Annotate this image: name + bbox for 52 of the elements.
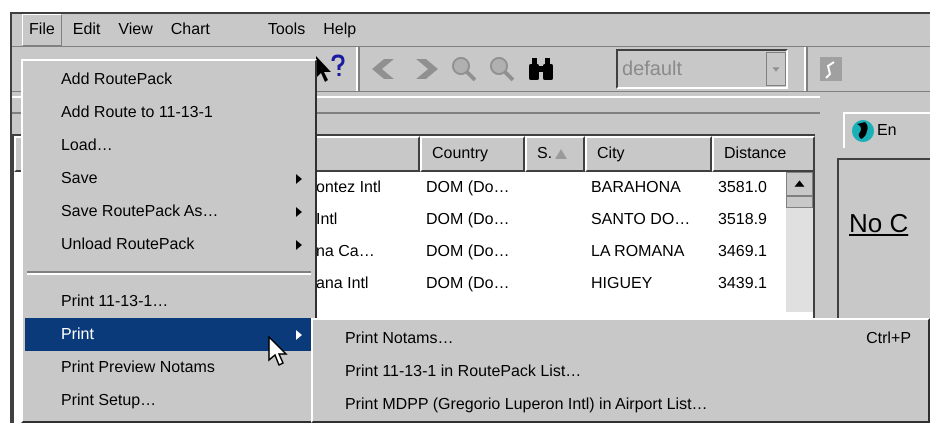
panel-tab[interactable]: En xyxy=(843,112,930,148)
menu-item[interactable]: Print Notams… Ctrl+P xyxy=(313,322,911,355)
menu-item[interactable]: Load… xyxy=(25,129,313,162)
table-cell: ana Intl xyxy=(316,275,368,292)
zoom-out-icon[interactable] xyxy=(488,55,516,83)
table-cell: DOM (Do… xyxy=(426,211,510,228)
sort-ascending-icon xyxy=(554,148,568,160)
zoom-in-icon[interactable] xyxy=(450,55,478,83)
table-cell: SANTO DO… xyxy=(591,211,690,228)
menu-item[interactable]: Add Route to 11-13-1 xyxy=(25,96,313,129)
globe-icon xyxy=(851,119,875,143)
table-cell: HIGUEY xyxy=(591,275,652,292)
menu-bar-item[interactable]: Tools xyxy=(260,14,312,46)
scroll-up-icon[interactable] xyxy=(786,172,813,196)
menu-item[interactable]: Save xyxy=(25,162,313,195)
menu-item[interactable]: Print Setup… xyxy=(25,384,313,417)
menu-item[interactable]: Unload RoutePack xyxy=(25,228,313,261)
menu-bar-item[interactable]: Chart xyxy=(164,14,217,46)
menu-bar-item[interactable]: View xyxy=(111,14,160,46)
column-header[interactable]: Country xyxy=(420,136,525,172)
table-cell: na Ca… xyxy=(316,243,375,260)
menu-item[interactable]: Print Preview Notams xyxy=(25,351,313,384)
column-header[interactable]: Distance xyxy=(712,136,815,172)
menu-item[interactable]: Add RoutePack xyxy=(25,63,313,96)
table-cell: LA ROMANA xyxy=(591,243,684,260)
scrollbar[interactable] xyxy=(786,172,813,312)
route-icon[interactable] xyxy=(818,54,844,84)
table-cell: Intl xyxy=(316,211,338,228)
menu-bar-item[interactable]: File xyxy=(22,14,62,46)
menu-item[interactable]: Print 11-13-1 in RoutePack List… xyxy=(313,355,911,388)
menu-item[interactable]: Save RoutePack As… xyxy=(25,195,313,228)
scroll-thumb[interactable] xyxy=(786,196,813,208)
menu-item[interactable]: Print 11-13-1… xyxy=(25,285,313,318)
table-cell: DOM (Do… xyxy=(426,243,510,260)
table-cell: 3518.9 xyxy=(718,211,767,228)
table-cell: DOM (Do… xyxy=(426,275,510,292)
panel-heading: No C xyxy=(849,208,908,238)
table-cell: 3581.0 xyxy=(718,179,767,196)
menu-item[interactable]: Print MDPP (Gregorio Luperon Intl) in Airport List… xyxy=(313,388,911,421)
mouse-cursor-icon xyxy=(268,336,288,368)
table-cell: 3439.1 xyxy=(718,275,767,292)
table-cell: 3469.1 xyxy=(718,243,767,260)
table-cell: DOM (Do… xyxy=(426,179,510,196)
menu-bar-item[interactable]: Help xyxy=(316,14,364,46)
menu-item[interactable]: Print xyxy=(25,318,313,351)
menu-bar-item[interactable]: Edit xyxy=(66,14,108,46)
tab-label: En xyxy=(877,121,897,141)
table-cell: ontez Intl xyxy=(316,179,381,196)
column-header[interactable]: S. xyxy=(525,136,585,172)
table-cell: BARAHONA xyxy=(591,179,681,196)
binoculars-icon[interactable] xyxy=(526,56,556,82)
column-header[interactable]: City xyxy=(585,136,712,172)
